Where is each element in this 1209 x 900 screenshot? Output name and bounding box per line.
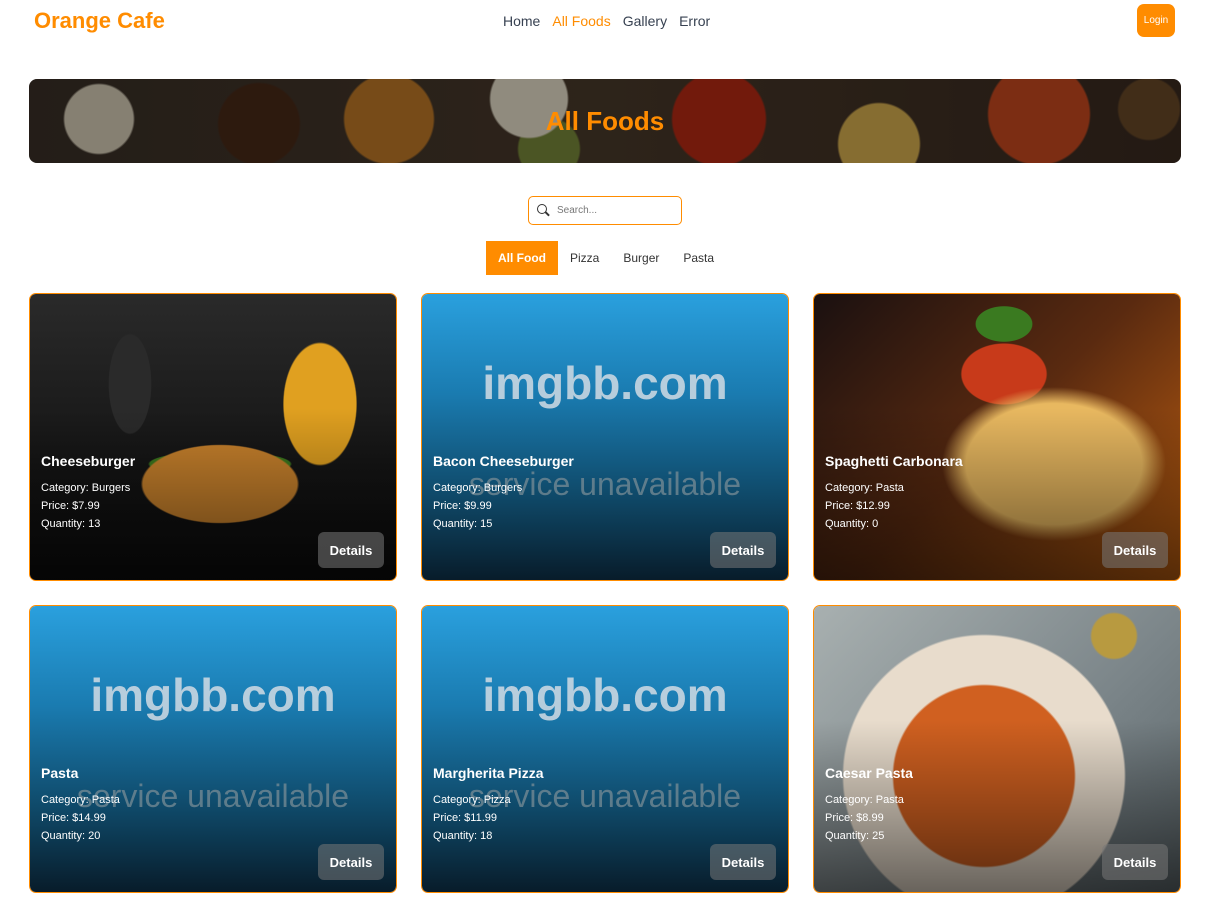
food-quantity: Quantity: 15 — [433, 518, 493, 530]
details-button[interactable]: Details — [1102, 844, 1168, 880]
food-quantity: Quantity: 13 — [41, 518, 101, 530]
food-category: Category: Pasta — [825, 482, 904, 494]
nav-link-gallery[interactable]: Gallery — [623, 13, 667, 29]
food-price: Price: $12.99 — [825, 500, 890, 512]
food-card: imgbb.com service unavailable Pasta Cate… — [29, 605, 397, 893]
filter-tab-all-food[interactable]: All Food — [486, 241, 558, 275]
food-card: Cheeseburger Category: Burgers Price: $7… — [29, 293, 397, 581]
placeholder-image-text: imgbb.com — [482, 357, 728, 409]
food-price: Price: $8.99 — [825, 812, 884, 824]
details-button[interactable]: Details — [1102, 532, 1168, 568]
brand-logo[interactable]: Orange Cafe — [34, 8, 165, 34]
food-quantity: Quantity: 18 — [433, 830, 493, 842]
food-price: Price: $14.99 — [41, 812, 106, 824]
food-category: Category: Burgers — [41, 482, 131, 494]
page-title: All Foods — [545, 106, 665, 136]
page-banner: All Foods — [29, 79, 1181, 163]
search-icon — [537, 204, 550, 217]
food-name: Spaghetti Carbonara — [825, 453, 963, 469]
details-button[interactable]: Details — [318, 532, 384, 568]
food-quantity: Quantity: 20 — [41, 830, 101, 842]
search-box — [528, 196, 682, 225]
food-name: Margherita Pizza — [433, 765, 544, 781]
filter-tab-pizza[interactable]: Pizza — [558, 241, 611, 275]
nav-link-error[interactable]: Error — [679, 13, 710, 29]
food-name: Bacon Cheeseburger — [433, 453, 574, 469]
navbar: Orange Cafe Home All Foods Gallery Error… — [0, 0, 1209, 44]
category-filters: All Food Pizza Burger Pasta — [486, 241, 726, 275]
details-button[interactable]: Details — [710, 844, 776, 880]
filter-tab-pasta[interactable]: Pasta — [671, 241, 726, 275]
details-button[interactable]: Details — [710, 532, 776, 568]
food-price: Price: $11.99 — [433, 812, 498, 824]
food-category: Category: Pasta — [41, 794, 120, 806]
filter-tab-burger[interactable]: Burger — [611, 241, 671, 275]
login-button[interactable]: Login — [1137, 4, 1175, 37]
details-button[interactable]: Details — [318, 844, 384, 880]
food-category: Category: Pasta — [825, 794, 904, 806]
placeholder-image-text: imgbb.com — [482, 669, 728, 721]
food-category: Category: Pizza — [433, 794, 511, 806]
food-card: imgbb.com service unavailable Bacon Chee… — [421, 293, 789, 581]
nav-link-all-foods[interactable]: All Foods — [552, 13, 610, 29]
food-price: Price: $7.99 — [41, 500, 100, 512]
food-name: Pasta — [41, 765, 79, 781]
food-card: Spaghetti Carbonara Category: Pasta Pric… — [813, 293, 1181, 581]
food-card: Caesar Pasta Category: Pasta Price: $8.9… — [813, 605, 1181, 893]
food-quantity: Quantity: 25 — [825, 830, 885, 842]
nav-links: Home All Foods Gallery Error — [503, 13, 722, 29]
food-quantity: Quantity: 0 — [825, 518, 879, 530]
food-price: Price: $9.99 — [433, 500, 492, 512]
food-category: Category: Burgers — [433, 482, 523, 494]
food-card: imgbb.com service unavailable Margherita… — [421, 605, 789, 893]
placeholder-image-text: imgbb.com — [90, 669, 336, 721]
food-name: Cheeseburger — [41, 453, 136, 469]
food-name: Caesar Pasta — [825, 765, 913, 781]
search-input[interactable] — [557, 205, 677, 216]
nav-link-home[interactable]: Home — [503, 13, 540, 29]
